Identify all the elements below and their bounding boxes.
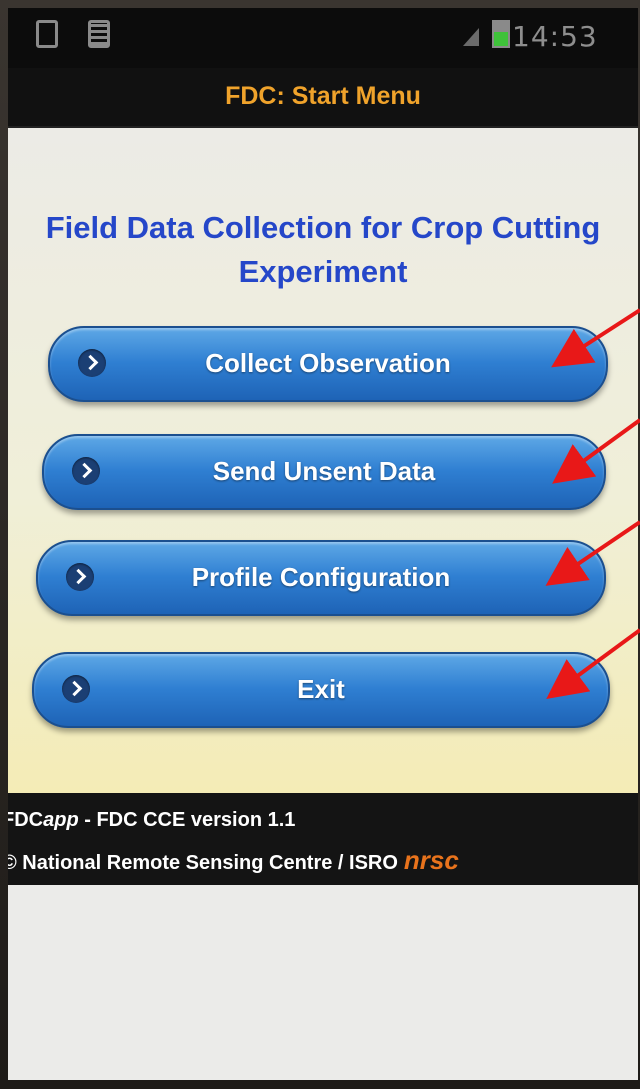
annotation-arrows	[545, 308, 640, 699]
annotation-arrow	[552, 418, 640, 484]
annotation-arrow	[546, 628, 640, 699]
annotation-arrow	[551, 308, 640, 368]
annotation-arrow	[545, 520, 640, 586]
